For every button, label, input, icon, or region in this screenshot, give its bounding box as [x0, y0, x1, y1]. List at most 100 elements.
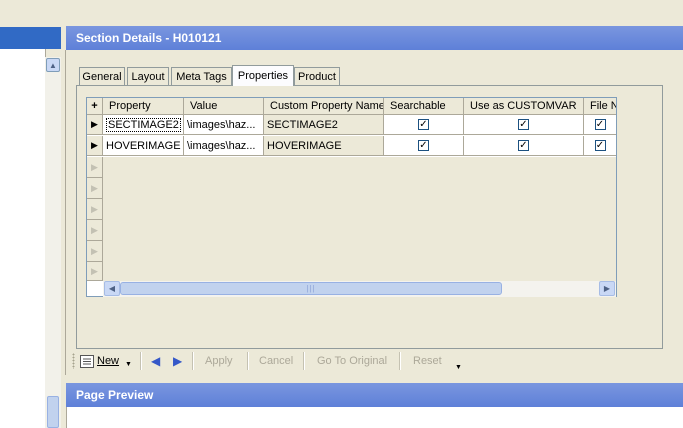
toolbar-separator	[192, 352, 194, 370]
new-label: New	[97, 355, 120, 367]
row-selector[interactable]: ▶	[87, 220, 103, 241]
dropdown-arrow-icon[interactable]: ▼	[125, 355, 132, 373]
grid-empty-area	[103, 157, 616, 281]
row-indicator-icon: ▶	[91, 224, 98, 235]
header-label: Searchable	[390, 100, 446, 112]
tab-label: Meta Tags	[176, 70, 227, 83]
page-preview-area	[66, 407, 683, 428]
row-selector[interactable]: ▶	[87, 199, 103, 220]
row-selector[interactable]: ▶	[87, 241, 103, 262]
row-selector[interactable]: ▶	[87, 262, 103, 281]
table-cell-property[interactable]: SECTIMAGE2	[103, 115, 184, 135]
left-pane-scrollbar[interactable]	[45, 57, 61, 428]
row-indicator-icon: ▶	[91, 265, 98, 276]
row-indicator-icon: ▶	[91, 203, 98, 214]
row-selector[interactable]: ▶	[87, 136, 103, 156]
toolbar-overflow-icon[interactable]: ▼	[455, 358, 462, 376]
section-details-title: Section Details - H010121	[76, 31, 222, 45]
table-cell-custom-name[interactable]: HOVERIMAGE	[264, 136, 384, 156]
cell-text: HOVERIMAGE	[106, 139, 181, 152]
scroll-up-icon[interactable]: ▲	[46, 58, 60, 72]
column-header-value[interactable]: Value	[184, 98, 264, 115]
table-cell-searchable: ✓	[384, 136, 464, 156]
page-preview-header: Page Preview	[66, 383, 683, 407]
row-selector[interactable]: ▶	[87, 115, 103, 135]
tab-label: Layout	[131, 70, 165, 83]
cancel-label: Cancel	[259, 355, 294, 367]
thumb-grip: |||	[306, 284, 316, 293]
row-indicator-icon: ▶	[91, 245, 98, 256]
row-selector[interactable]: ▶	[87, 178, 103, 199]
cell-text: \images\haz...	[187, 118, 256, 131]
page-preview-title: Page Preview	[76, 388, 154, 402]
header-label: Use as CUSTOMVAR	[470, 100, 577, 112]
header-label: Value	[190, 100, 218, 112]
table-cell-property[interactable]: HOVERIMAGE	[103, 136, 184, 156]
row-indicator-icon: ▶	[91, 119, 98, 129]
tab-product[interactable]: Product	[294, 67, 340, 85]
row-selector[interactable]: ▶	[87, 157, 103, 178]
toolbar-separator	[303, 352, 305, 370]
plus-icon: +	[91, 100, 98, 112]
grid-scroll-thumb[interactable]: |||	[120, 282, 502, 295]
column-header-custom-property-name[interactable]: Custom Property Name	[264, 98, 384, 115]
header-label: Property	[109, 100, 151, 112]
row-indicator-icon: ▶	[91, 182, 98, 193]
left-tree-pane	[0, 49, 46, 428]
scroll-right-icon[interactable]: ▶	[599, 281, 615, 296]
tab-label: Product	[298, 70, 336, 83]
tab-label: General	[82, 70, 122, 83]
customvar-checkbox[interactable]: ✓	[518, 140, 529, 151]
row-indicator-icon: ▶	[91, 140, 98, 150]
left-arrow-icon[interactable]: ◀	[151, 352, 160, 370]
table-cell-value[interactable]: \images\haz...	[184, 136, 264, 156]
tab-general[interactable]: General	[79, 67, 125, 85]
section-details-header: Section Details - H010121	[66, 26, 683, 50]
tab-meta-tags[interactable]: Meta Tags	[171, 67, 232, 85]
cell-text: HOVERIMAGE	[267, 139, 342, 152]
left-pane-scroll-thumb[interactable]	[47, 396, 59, 428]
tab-properties[interactable]: Properties	[232, 65, 294, 86]
toolbar-separator	[247, 352, 249, 370]
table-cell-custom-name[interactable]: SECTIMAGE2	[264, 115, 384, 135]
column-header-searchable[interactable]: Searchable	[384, 98, 464, 115]
header-label: File N	[590, 100, 616, 112]
column-header-file[interactable]: File N	[584, 98, 616, 115]
column-header-property[interactable]: Property	[103, 98, 184, 115]
cell-text: SECTIMAGE2	[267, 118, 338, 131]
scroll-left-icon[interactable]: ◀	[104, 281, 120, 296]
tab-label: Properties	[237, 70, 289, 82]
toolbar-grip[interactable]	[72, 353, 75, 369]
column-header-use-as-customvar[interactable]: Use as CUSTOMVAR	[464, 98, 584, 115]
row-indicator-icon: ▶	[91, 161, 98, 172]
toolbar-separator	[140, 352, 142, 370]
searchable-checkbox[interactable]: ✓	[418, 140, 429, 151]
table-cell-customvar: ✓	[464, 115, 584, 135]
go-to-original-button[interactable]: Go To Original	[317, 352, 387, 370]
right-arrow-icon[interactable]: ▶	[173, 352, 182, 370]
tab-layout[interactable]: Layout	[127, 67, 169, 85]
table-cell-searchable: ✓	[384, 115, 464, 135]
apply-label: Apply	[205, 355, 233, 367]
table-cell-customvar: ✓	[464, 136, 584, 156]
cancel-button[interactable]: Cancel	[259, 352, 293, 370]
file-checkbox[interactable]: ✓	[594, 140, 606, 151]
cell-text: \images\haz...	[187, 139, 256, 152]
reset-label: Reset	[413, 355, 442, 367]
file-checkbox[interactable]: ✓	[594, 119, 606, 130]
toolbar-separator	[399, 352, 401, 370]
left-pane-selected-bar[interactable]	[0, 27, 61, 49]
table-cell-value[interactable]: \images\haz...	[184, 115, 264, 135]
new-button[interactable]: New	[80, 352, 119, 370]
grid-add-row-button[interactable]: +	[87, 98, 103, 115]
table-cell-file: ✓	[584, 115, 616, 135]
customvar-checkbox[interactable]: ✓	[518, 119, 529, 130]
searchable-checkbox[interactable]: ✓	[418, 119, 429, 130]
header-label: Custom Property Name	[270, 100, 384, 112]
table-cell-file: ✓	[584, 136, 616, 156]
cell-text: SECTIMAGE2	[106, 117, 181, 132]
reset-button[interactable]: Reset	[413, 352, 442, 370]
go-to-original-label: Go To Original	[317, 355, 388, 367]
document-list-icon	[80, 354, 94, 368]
apply-button[interactable]: Apply	[205, 352, 233, 370]
